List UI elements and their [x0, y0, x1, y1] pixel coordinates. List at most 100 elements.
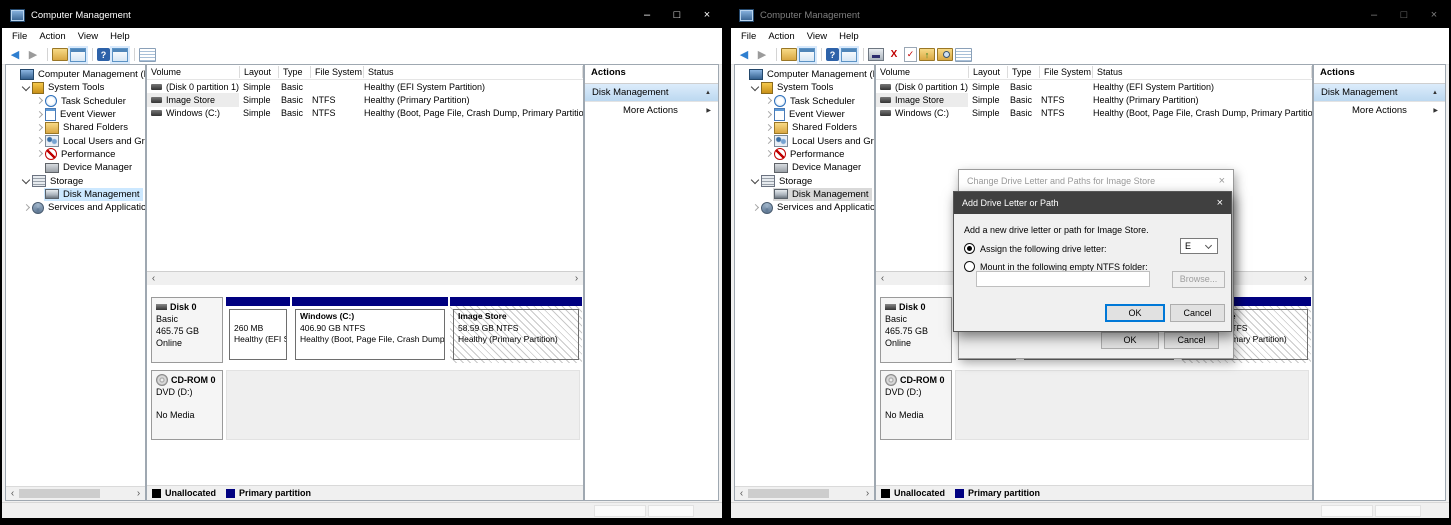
find-folder-icon[interactable] [937, 48, 953, 61]
separator[interactable] [776, 48, 777, 61]
tree-item[interactable]: Local Users and Groups [735, 134, 874, 148]
close-icon[interactable]: × [1217, 197, 1223, 209]
volume-row[interactable]: Windows (C:) Simple Basic NTFS Healthy (… [876, 107, 1312, 120]
tree-chevron-icon[interactable] [763, 149, 773, 159]
show-actions-pane-icon[interactable] [112, 47, 128, 62]
tree-chevron-icon[interactable] [763, 189, 773, 199]
column-header[interactable]: Layout [969, 66, 1008, 78]
cdrom0-label[interactable]: CD-ROM 0 DVD (D:) No Media [880, 370, 952, 440]
forward-icon[interactable]: ▶ [25, 47, 41, 62]
column-header[interactable]: File System [1040, 66, 1093, 78]
tree-chevron-icon[interactable] [763, 136, 773, 146]
assign-drive-letter-option[interactable]: Assign the following drive letter: [964, 243, 1107, 254]
collapse-icon[interactable]: ▲ [705, 90, 711, 96]
close-button[interactable]: × [692, 2, 722, 28]
actions-group-disk-management[interactable]: Disk Management ▲ [1314, 84, 1445, 102]
show-console-tree-icon[interactable] [70, 47, 86, 62]
properties-icon[interactable] [139, 47, 156, 62]
separator[interactable] [47, 48, 48, 61]
partition[interactable]: Windows (C:) 406.90 GB NTFS Healthy (Boo… [292, 297, 448, 363]
tree-item[interactable]: Device Manager [735, 161, 874, 174]
volume-row[interactable]: Windows (C:) Simple Basic NTFS Healthy (… [147, 107, 583, 120]
mount-path-input[interactable] [976, 271, 1150, 287]
tree-item[interactable]: Disk Management [735, 187, 874, 201]
tree-item[interactable]: Performance [6, 148, 145, 161]
column-header[interactable]: Volume [876, 66, 969, 78]
menu-item[interactable]: View [801, 31, 833, 42]
menu-item[interactable]: File [735, 31, 762, 42]
separator[interactable] [863, 48, 864, 61]
tree-chevron-icon[interactable] [34, 96, 44, 106]
disk0-label[interactable]: Disk 0 Basic 465.75 GB Online [880, 297, 952, 363]
tree-item[interactable]: Event Viewer [735, 108, 874, 122]
tree-item[interactable]: Task Scheduler [6, 95, 145, 108]
tree-item[interactable]: System Tools [6, 81, 145, 94]
tree-item[interactable]: Shared Folders [6, 121, 145, 134]
tree-chevron-icon[interactable] [763, 96, 773, 106]
maximize-button[interactable]: □ [1389, 2, 1419, 28]
tree-chevron-icon[interactable] [34, 189, 44, 199]
menu-item[interactable]: View [72, 31, 104, 42]
tree-chevron-icon[interactable] [21, 176, 31, 186]
add-folder-icon[interactable]: ↑ [919, 48, 935, 61]
drive-letter-select[interactable]: E [1180, 238, 1218, 254]
tree-item[interactable]: Task Scheduler [735, 95, 874, 108]
tree-item[interactable]: Storage [6, 174, 145, 188]
scroll-right-icon[interactable]: › [1299, 272, 1312, 285]
minimize-button[interactable]: – [632, 2, 662, 28]
menu-item[interactable]: Help [833, 31, 865, 42]
tree-item[interactable]: Shared Folders [735, 121, 874, 134]
menu-item[interactable]: Help [104, 31, 136, 42]
more-actions-item[interactable]: More Actions ▶ [585, 102, 718, 119]
column-header[interactable]: Status [364, 66, 583, 78]
check-document-icon[interactable]: ✓ [904, 47, 917, 62]
partition[interactable]: Image Store 58.59 GB NTFS Healthy (Prima… [450, 297, 582, 363]
tree-item[interactable]: Computer Management (Local [6, 68, 145, 81]
volume-row[interactable]: Image Store Simple Basic NTFS Healthy (P… [876, 93, 1312, 107]
tree-chevron-icon[interactable] [21, 203, 31, 213]
partition[interactable]: 260 MB Healthy (EFI Sy [226, 297, 290, 363]
scroll-right-icon[interactable]: › [861, 487, 874, 500]
help-icon[interactable]: ? [826, 48, 839, 61]
scroll-left-icon[interactable]: ‹ [147, 272, 160, 285]
help-icon[interactable]: ? [97, 48, 110, 61]
delete-icon[interactable]: X [886, 47, 902, 62]
show-console-tree-icon[interactable] [799, 47, 815, 62]
menu-item[interactable]: Action [762, 31, 800, 42]
cancel-button[interactable]: Cancel [1170, 304, 1225, 322]
tree-item[interactable]: Services and Applications [6, 201, 145, 214]
back-icon[interactable]: ◀ [7, 47, 23, 62]
scroll-right-icon[interactable]: › [570, 272, 583, 285]
tree-chevron-icon[interactable] [34, 163, 44, 173]
list-horizontal-scrollbar[interactable]: ‹ › [147, 272, 583, 285]
scrollbar-thumb[interactable] [19, 489, 100, 498]
tree-chevron-icon[interactable] [21, 83, 31, 93]
tree-chevron-icon[interactable] [750, 83, 760, 93]
tree-item[interactable]: Storage [735, 174, 874, 188]
show-actions-pane-icon[interactable] [841, 47, 857, 62]
close-button[interactable]: × [1419, 2, 1449, 28]
tree-item[interactable]: System Tools [735, 81, 874, 94]
column-header[interactable]: Type [1008, 66, 1040, 78]
tree-chevron-icon[interactable] [750, 176, 760, 186]
column-header[interactable]: Layout [240, 66, 279, 78]
column-header[interactable]: Status [1093, 66, 1312, 78]
scrollbar-thumb[interactable] [748, 489, 829, 498]
tree-item[interactable]: Services and Applications [735, 201, 874, 214]
separator[interactable] [134, 48, 135, 61]
tree-chevron-icon[interactable] [763, 123, 773, 133]
tree-chevron-icon[interactable] [763, 110, 773, 120]
tree-chevron-icon[interactable] [750, 203, 760, 213]
scroll-left-icon[interactable]: ‹ [876, 272, 889, 285]
radio-unselected-icon[interactable] [964, 261, 975, 272]
close-icon[interactable]: × [1219, 175, 1225, 187]
tree-chevron-icon[interactable] [34, 149, 44, 159]
tree-chevron-icon[interactable] [763, 163, 773, 173]
maximize-button[interactable]: □ [662, 2, 692, 28]
tree-item[interactable]: Disk Management [6, 187, 145, 201]
actions-group-disk-management[interactable]: Disk Management ▲ [585, 84, 718, 102]
volume-row[interactable]: Image Store Simple Basic NTFS Healthy (P… [147, 93, 583, 107]
volume-row[interactable]: (Disk 0 partition 1) Simple Basic Health… [147, 80, 583, 93]
tree-item[interactable]: Performance [735, 148, 874, 161]
separator[interactable] [821, 48, 822, 61]
